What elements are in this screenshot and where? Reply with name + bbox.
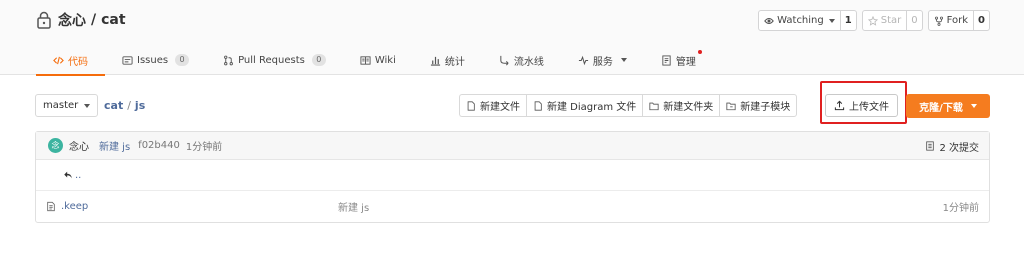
notification-dot — [697, 50, 702, 54]
avatar[interactable]: 念 — [48, 138, 63, 153]
commit-author[interactable]: 念心 — [69, 138, 89, 153]
repo-tabs: 代码 Issues 0 Pull Requests 0 Wiki 统计 流水线 … — [36, 45, 713, 76]
file-commit-time: 1分钟前 — [942, 203, 979, 214]
manage-icon — [662, 54, 671, 66]
fork-label: Fork — [946, 15, 969, 26]
breadcrumb-separator: / — [127, 99, 131, 112]
new-file-label: 新建文件 — [480, 102, 520, 113]
chevron-down-icon — [84, 103, 91, 108]
reply-arrow-icon — [64, 171, 72, 179]
chevron-down-icon — [970, 104, 977, 108]
new-folder-button[interactable]: 新建文件夹 — [642, 94, 720, 117]
tab-label: 流水线 — [513, 56, 544, 68]
highlight-box — [820, 81, 907, 124]
breadcrumb-dir: js — [134, 99, 146, 112]
commits-icon — [926, 141, 935, 151]
chevron-down-icon — [620, 58, 627, 62]
breadcrumb-repo[interactable]: cat — [104, 99, 123, 112]
issues-icon — [122, 55, 133, 65]
fork-icon — [934, 16, 943, 26]
branch-name: master — [43, 100, 79, 111]
commit-time: 1分钟前 — [185, 142, 223, 153]
new-submodule-label: 新建子模块 — [740, 102, 791, 113]
pull-request-icon — [224, 55, 233, 65]
repo-name[interactable]: cat — [101, 12, 125, 28]
table-row[interactable]: .keep 新建 js 1分钟前 — [36, 191, 989, 222]
star-icon — [867, 15, 878, 26]
file-name: .keep — [61, 201, 89, 212]
tab-stats[interactable]: 统计 — [413, 45, 482, 75]
watch-count[interactable]: 1 — [839, 11, 856, 30]
tab-wiki[interactable]: Wiki — [343, 45, 413, 75]
tab-label: Pull Requests — [238, 54, 305, 66]
clone-download-button[interactable]: 克隆/下载 — [906, 94, 990, 118]
chart-icon — [430, 56, 440, 66]
watch-button[interactable]: Watching 1 — [758, 10, 857, 31]
commit-hash[interactable]: f02b440 — [138, 140, 180, 151]
tab-manage[interactable]: 管理 — [644, 45, 713, 75]
fork-button[interactable]: Fork 0 — [927, 10, 990, 31]
new-file-button[interactable]: 新建文件 — [459, 94, 526, 117]
new-diagram-button[interactable]: 新建 Diagram 文件 — [526, 94, 643, 117]
lock-icon — [37, 11, 51, 29]
tab-label: 统计 — [444, 56, 465, 68]
repo-title: 念心 / cat — [36, 9, 126, 31]
issues-count-badge: 0 — [175, 54, 190, 66]
star-label: Star — [880, 15, 902, 26]
file-icon — [534, 100, 542, 111]
parent-directory-row[interactable]: .. — [36, 160, 989, 191]
file-icon — [467, 100, 475, 111]
pulse-icon — [578, 55, 588, 65]
repo-separator: / — [91, 12, 97, 28]
tab-pull-requests[interactable]: Pull Requests 0 — [206, 45, 343, 75]
pr-count-badge: 0 — [311, 54, 326, 66]
tab-services[interactable]: 服务 — [561, 45, 644, 75]
clone-label: 克隆/下载 — [919, 102, 963, 114]
tab-code[interactable]: 代码 — [36, 45, 105, 76]
tab-label: 服务 — [592, 56, 613, 68]
new-folder-label: 新建文件夹 — [663, 102, 714, 113]
file-table: 念 念心 新建 js f02b440 1分钟前 2 次提交 .. .keep 新… — [35, 131, 990, 223]
parent-directory-label: .. — [75, 169, 82, 181]
file-name-cell[interactable]: .keep — [46, 201, 88, 212]
tab-pipeline[interactable]: 流水线 — [482, 45, 561, 75]
file-actions: 新建文件 新建 Diagram 文件 新建文件夹 新建子模块 — [459, 94, 798, 117]
file-commit-message[interactable]: 新建 js — [338, 199, 369, 214]
commits-count-label: 2 次提交 — [939, 142, 979, 154]
watch-label: Watching — [777, 15, 824, 26]
new-submodule-button[interactable]: 新建子模块 — [719, 94, 798, 117]
file-icon — [47, 201, 55, 212]
star-button[interactable]: Star 0 — [861, 10, 923, 31]
repo-actions: Watching 1 Star 0 Fork 0 — [758, 10, 990, 31]
submodule-icon — [726, 102, 736, 110]
new-diagram-label: 新建 Diagram 文件 — [547, 102, 637, 113]
repo-owner[interactable]: 念心 — [58, 10, 86, 30]
code-icon — [53, 56, 64, 64]
branch-select[interactable]: master — [35, 94, 99, 117]
commit-message[interactable]: 新建 js — [99, 138, 130, 153]
tab-label: Wiki — [374, 54, 396, 66]
wiki-icon — [360, 55, 371, 65]
tab-label: 代码 — [68, 56, 88, 68]
fork-count[interactable]: 0 — [973, 11, 989, 30]
breadcrumb: cat / js — [104, 94, 145, 117]
commits-count[interactable]: 2 次提交 — [925, 132, 979, 160]
latest-commit-bar: 念 念心 新建 js f02b440 1分钟前 2 次提交 — [36, 132, 989, 160]
eye-icon — [764, 17, 774, 24]
repo-header: 念心 / cat Watching 1 Star 0 Fork 0 代码 Iss… — [0, 0, 1024, 76]
pipeline-icon — [500, 55, 509, 65]
folder-icon — [649, 102, 659, 110]
chevron-down-icon — [828, 18, 835, 23]
tab-label: 管理 — [675, 56, 696, 68]
tab-label: Issues — [137, 54, 169, 66]
tab-issues[interactable]: Issues 0 — [105, 45, 206, 75]
star-count[interactable]: 0 — [906, 11, 921, 30]
